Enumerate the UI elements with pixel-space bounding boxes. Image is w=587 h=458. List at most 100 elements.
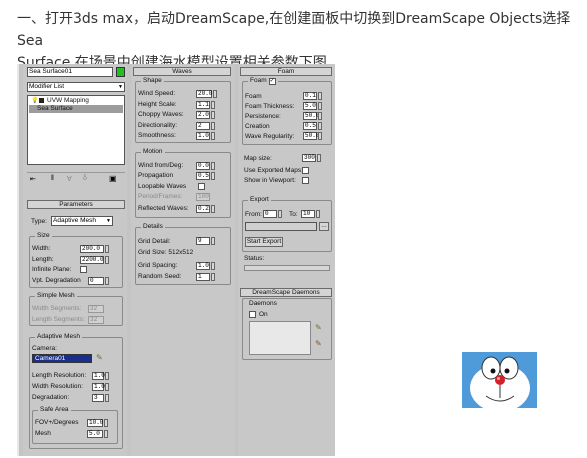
modifier-list-dropdown[interactable]: Modifier List ▼ bbox=[27, 82, 125, 92]
stack-item-sea-surface[interactable]: Sea Surface bbox=[29, 105, 123, 113]
to-spinner[interactable] bbox=[316, 210, 320, 218]
camera-picker[interactable]: Camera01 bbox=[32, 354, 92, 363]
pick-camera-icon[interactable]: ✎ bbox=[96, 353, 103, 362]
add-daemon-icon[interactable]: ✎ bbox=[315, 323, 322, 332]
propagation-field[interactable]: 0.5 bbox=[196, 172, 210, 180]
expand-icon[interactable] bbox=[39, 98, 44, 103]
foam-thickness-spinner[interactable] bbox=[318, 102, 322, 110]
export-path-field[interactable] bbox=[245, 222, 317, 231]
safe-area-group: Safe Area FOV+/Degrees 10.0 Mesh 5.0 bbox=[32, 406, 118, 444]
to-field[interactable]: 10 bbox=[301, 210, 315, 218]
foam-amount-spinner[interactable] bbox=[318, 92, 322, 100]
random-seed-field[interactable]: 1 bbox=[196, 273, 210, 281]
period-frames-field[interactable]: 100 bbox=[196, 193, 210, 201]
length-spinner[interactable] bbox=[105, 256, 109, 264]
browse-button[interactable]: ... bbox=[319, 222, 329, 231]
smoothness-spinner[interactable] bbox=[211, 132, 215, 140]
width-resolution-spinner[interactable] bbox=[105, 383, 109, 391]
simple-mesh-label: Simple Mesh bbox=[35, 292, 77, 300]
width-label: Width: bbox=[32, 245, 51, 252]
choppy-waves-field[interactable]: 2.0 bbox=[196, 111, 210, 119]
infinite-plane-checkbox[interactable] bbox=[80, 266, 87, 273]
loopable-waves-checkbox[interactable] bbox=[198, 183, 205, 190]
start-export-button[interactable]: Start Export bbox=[245, 237, 283, 247]
doraemon-face-icon bbox=[462, 352, 537, 408]
foam-rollout-header[interactable]: Foam bbox=[240, 67, 332, 76]
random-seed-label: Random Seed: bbox=[138, 273, 182, 280]
persistence-field[interactable]: 50.0 bbox=[303, 112, 319, 120]
width-segments-field[interactable]: 32 bbox=[88, 305, 104, 313]
type-dropdown[interactable]: Adaptive Mesh ▼ bbox=[51, 216, 113, 226]
foam-amount-field[interactable]: 0.1 bbox=[303, 92, 317, 100]
wave-regularity-spinner[interactable] bbox=[318, 132, 322, 140]
reflected-waves-spinner[interactable] bbox=[211, 205, 215, 213]
creation-spinner[interactable] bbox=[318, 122, 322, 130]
wind-direction-spinner[interactable] bbox=[211, 162, 215, 170]
mesh-field[interactable]: 5.0 bbox=[87, 430, 103, 438]
height-scale-spinner[interactable] bbox=[211, 101, 215, 109]
fov-spinner[interactable] bbox=[104, 419, 108, 427]
show-in-viewport-checkbox[interactable] bbox=[302, 177, 309, 184]
reflected-waves-field[interactable]: 0.2 bbox=[196, 205, 210, 213]
fov-field[interactable]: 10.0 bbox=[87, 419, 103, 427]
configure-sets-icon[interactable]: ▣ bbox=[109, 174, 117, 183]
foam-amount-label: Foam bbox=[245, 93, 262, 100]
propagation-spinner[interactable] bbox=[211, 172, 215, 180]
width-resolution-field[interactable]: 1.0 bbox=[92, 383, 105, 391]
smoothness-field[interactable]: 1.0 bbox=[196, 132, 210, 140]
wind-direction-label: Wind from/Deg: bbox=[138, 162, 184, 169]
vpt-degradation-spinner[interactable] bbox=[105, 277, 109, 285]
vpt-degradation-field[interactable]: 0 bbox=[88, 277, 104, 285]
grid-spacing-field[interactable]: 1.0 bbox=[196, 262, 210, 270]
stack-item-uvw[interactable]: 💡 UVW Mapping bbox=[29, 97, 123, 105]
map-size-label: Map size: bbox=[244, 155, 272, 162]
length-resolution-field[interactable]: 1.0 bbox=[92, 372, 105, 380]
show-end-result-icon[interactable]: ‖ bbox=[51, 175, 54, 182]
parameters-title: Parameters bbox=[59, 201, 93, 208]
use-exported-maps-checkbox[interactable] bbox=[302, 167, 309, 174]
mesh-spinner[interactable] bbox=[104, 430, 108, 438]
daemons-on-checkbox[interactable] bbox=[249, 311, 256, 318]
waves-rollout-header[interactable]: Waves bbox=[133, 67, 231, 76]
length-resolution-spinner[interactable] bbox=[105, 372, 109, 380]
foam-thickness-field[interactable]: 5.0 bbox=[303, 102, 317, 110]
from-label: From: bbox=[245, 211, 262, 218]
map-size-spinner[interactable] bbox=[317, 154, 321, 162]
wind-direction-field[interactable]: 0.0 bbox=[196, 162, 210, 170]
daemons-rollout-header[interactable]: DreamScape Daemons bbox=[240, 288, 332, 297]
persistence-spinner[interactable] bbox=[318, 112, 322, 120]
object-color-swatch[interactable] bbox=[116, 67, 125, 77]
remove-modifier-icon[interactable]: δ bbox=[83, 175, 87, 182]
degradation-spinner[interactable] bbox=[105, 394, 109, 402]
random-seed-spinner[interactable] bbox=[211, 273, 215, 281]
grid-spacing-spinner[interactable] bbox=[211, 262, 215, 270]
make-unique-icon[interactable]: ∀ bbox=[67, 175, 72, 183]
daemons-list[interactable] bbox=[249, 321, 311, 355]
length-field[interactable]: 2200.0 bbox=[80, 256, 104, 264]
width-field[interactable]: 200.0 bbox=[80, 245, 104, 253]
directionality-spinner[interactable] bbox=[211, 122, 215, 130]
length-segments-field[interactable]: 32 bbox=[88, 316, 104, 324]
remove-daemon-icon[interactable]: ✎ bbox=[315, 339, 322, 348]
from-spinner[interactable] bbox=[278, 210, 282, 218]
foam-enable-checkbox[interactable]: ✓ bbox=[268, 77, 276, 85]
directionality-field[interactable]: 2 bbox=[196, 122, 210, 130]
degradation-field[interactable]: 3 bbox=[92, 394, 104, 402]
object-name-field[interactable]: Sea Surface01 bbox=[27, 67, 113, 77]
map-size-field[interactable]: 300 bbox=[302, 154, 316, 162]
choppy-waves-spinner[interactable] bbox=[211, 111, 215, 119]
lightbulb-icon[interactable]: 💡 bbox=[31, 97, 38, 105]
creation-field[interactable]: 0.5 bbox=[303, 122, 317, 130]
wind-speed-spinner[interactable] bbox=[213, 90, 217, 98]
foam-title: Foam bbox=[277, 68, 295, 75]
parameters-rollout-header[interactable]: Parameters bbox=[27, 200, 125, 209]
grid-detail-spinner[interactable] bbox=[211, 237, 215, 245]
wind-speed-field[interactable]: 20.0 bbox=[196, 90, 212, 98]
width-spinner[interactable] bbox=[105, 245, 109, 253]
from-field[interactable]: 0 bbox=[263, 210, 277, 218]
mesh-label: Mesh bbox=[35, 430, 51, 437]
wave-regularity-field[interactable]: 50.0 bbox=[303, 132, 319, 140]
pin-stack-icon[interactable]: ⇤ bbox=[30, 175, 36, 183]
height-scale-field[interactable]: 1.1 bbox=[196, 101, 210, 109]
grid-detail-field[interactable]: 9 bbox=[196, 237, 210, 245]
